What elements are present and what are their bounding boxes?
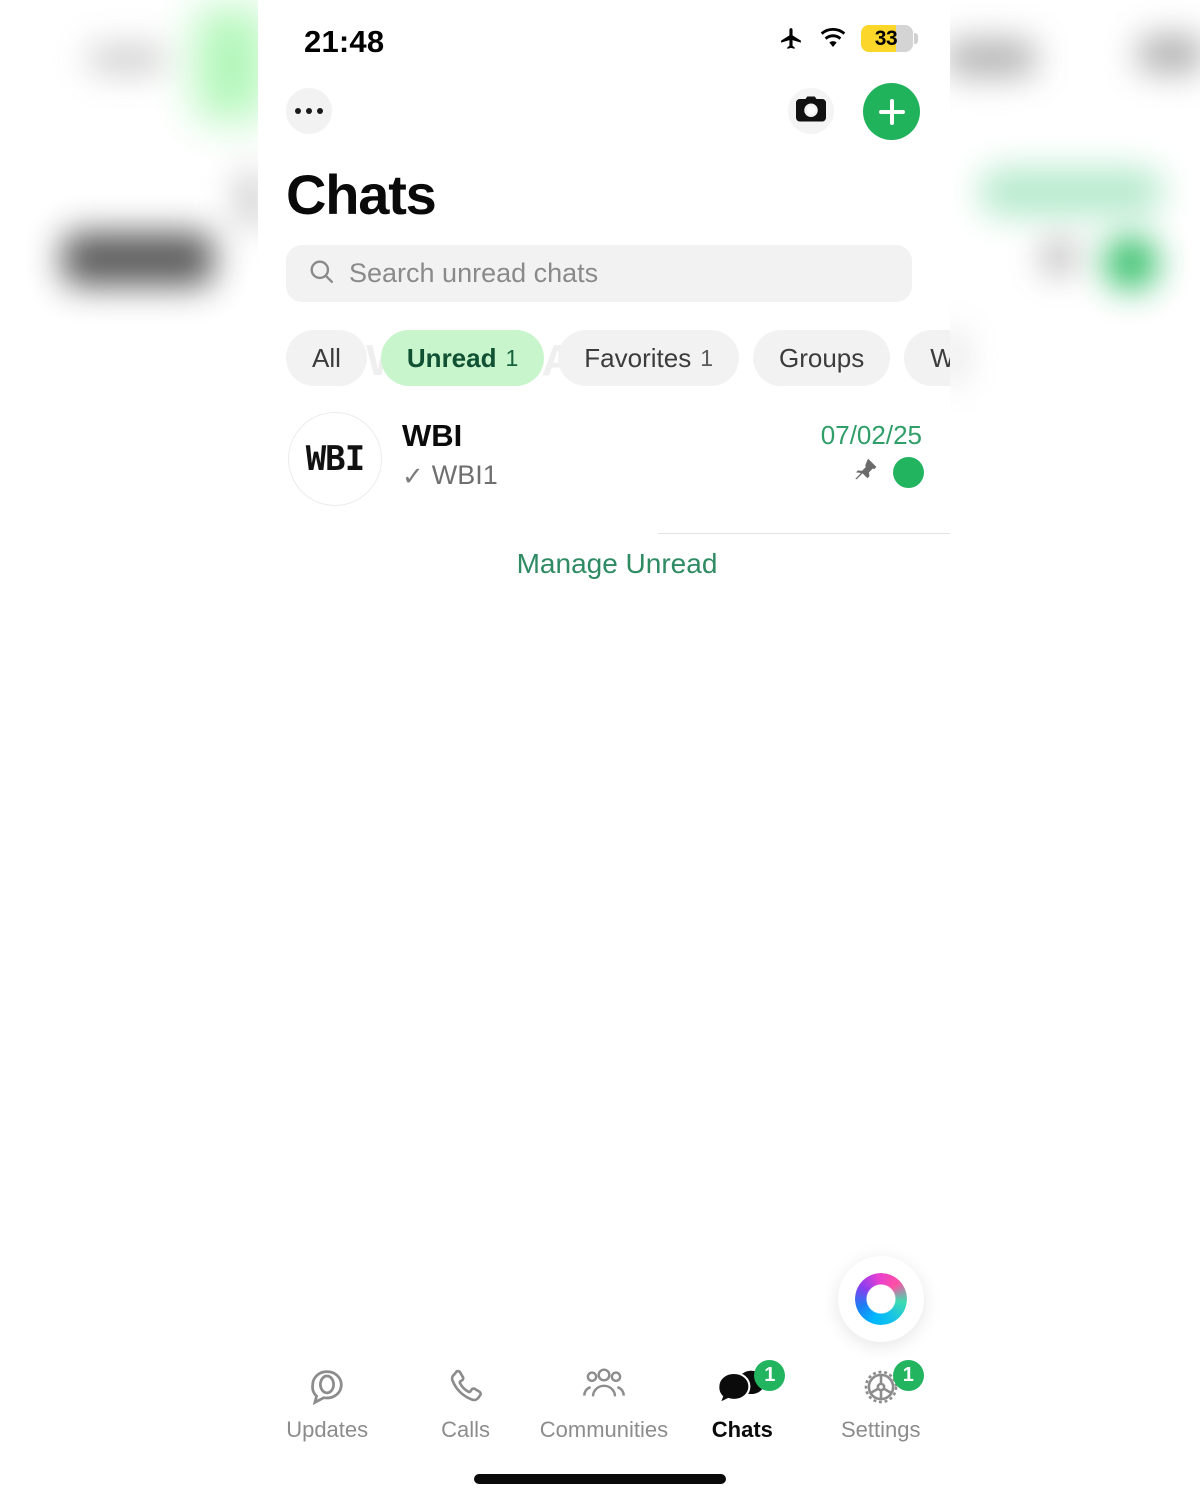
background-blur-shape	[196, 8, 266, 120]
list-divider	[658, 533, 950, 534]
siri-orb-icon	[855, 1273, 907, 1325]
bottom-tab-bar: Updates Calls Communities 1 Chats 1 Sett…	[258, 1358, 950, 1462]
battery-indicator: 33	[861, 25, 918, 52]
status-badge: 1	[892, 1360, 924, 1391]
more-options-button[interactable]	[286, 88, 332, 134]
siri-assistant-button[interactable]	[838, 1256, 924, 1342]
gear-icon: 1	[812, 1360, 950, 1410]
background-blur-shape	[88, 46, 166, 72]
chip-label: Favorites	[584, 342, 692, 373]
chip-label: Unread	[406, 342, 497, 373]
avatar: WBI	[288, 412, 382, 506]
background-blur-shape	[1104, 236, 1158, 290]
status-badge: 1	[754, 1360, 786, 1391]
ellipsis-icon	[295, 108, 323, 114]
updates-icon	[258, 1364, 396, 1410]
filter-chips: All Unread 1 Favorites 1 Groups WE	[286, 330, 950, 386]
chip-label: Groups	[779, 342, 865, 373]
search-input[interactable]: Search unread chats	[286, 245, 912, 302]
filter-chip-unread[interactable]: Unread 1	[380, 330, 545, 386]
home-indicator	[474, 1474, 726, 1484]
page-title: Chats	[286, 163, 437, 226]
camera-icon	[796, 96, 826, 127]
communities-icon	[535, 1364, 673, 1410]
filter-chip-we[interactable]: WE	[904, 330, 950, 386]
airplane-mode-icon	[778, 26, 805, 51]
table-row[interactable]: WBI WBI ✓ WBI1 07/02/25	[258, 404, 950, 532]
chip-label: WE	[930, 342, 950, 373]
plus-icon	[878, 98, 905, 125]
screen: 21:48 33 Chats Search unread chats All U…	[0, 0, 1200, 1500]
battery-cap	[914, 33, 918, 44]
top-nav-row	[258, 83, 950, 146]
search-placeholder: Search unread chats	[349, 258, 599, 288]
chat-name: WBI	[402, 418, 463, 453]
background-blur-shape	[946, 40, 1036, 76]
chip-count: 1	[700, 344, 713, 371]
tab-label: Communities	[539, 1417, 669, 1442]
wifi-icon	[818, 27, 848, 50]
tab-calls[interactable]: Calls	[397, 1358, 535, 1443]
status-bar-indicators: 33	[778, 25, 918, 52]
background-blur-shape	[62, 232, 214, 286]
chip-label: All	[312, 342, 341, 373]
filter-chip-groups[interactable]: Groups	[753, 330, 891, 386]
chat-preview: ✓ WBI1	[402, 460, 498, 491]
search-icon	[308, 258, 335, 290]
chip-count: 1	[505, 344, 519, 371]
avatar-initials: WBI	[305, 439, 365, 479]
chat-preview-text: WBI1	[431, 460, 498, 490]
battery-percent: 33	[874, 26, 898, 50]
tab-label: Chats	[711, 1417, 773, 1442]
camera-button[interactable]	[788, 88, 834, 134]
tab-communities[interactable]: Communities	[535, 1358, 673, 1443]
filter-chip-favorites[interactable]: Favorites 1	[558, 330, 739, 386]
manage-unread-link[interactable]: Manage Unread	[258, 548, 950, 580]
tab-label: Settings	[841, 1417, 921, 1442]
unread-indicator-dot	[893, 457, 924, 488]
pin-icon	[851, 456, 879, 489]
background-blur-shape	[1138, 36, 1200, 72]
chat-timestamp: 07/02/25	[820, 420, 922, 450]
tab-chats[interactable]: 1 Chats	[673, 1358, 811, 1443]
tab-settings[interactable]: 1 Settings	[812, 1358, 950, 1443]
tab-label: Updates	[286, 1417, 369, 1442]
status-bar-time: 21:48	[304, 24, 385, 59]
status-bar: 21:48 33	[258, 0, 950, 80]
filter-chip-all[interactable]: All	[286, 330, 367, 386]
phone-icon	[397, 1364, 535, 1410]
chat-bubbles-icon: 1	[673, 1360, 811, 1410]
sent-check-icon: ✓	[402, 460, 424, 491]
background-blur-shape	[1042, 240, 1076, 274]
background-blur-shape	[980, 168, 1162, 216]
tab-label: Calls	[441, 1417, 491, 1442]
new-chat-button[interactable]	[863, 83, 920, 140]
chat-row-indicators	[851, 456, 924, 489]
tab-updates[interactable]: Updates	[258, 1358, 396, 1443]
